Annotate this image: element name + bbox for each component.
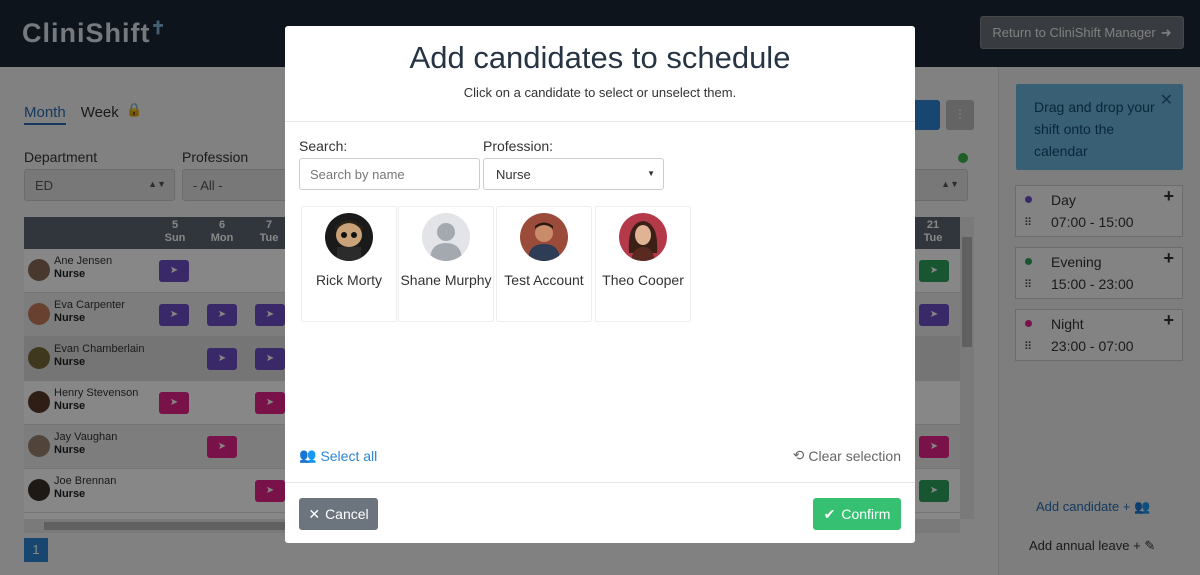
modal-footer: ✕ Cancel ✔ Confirm — [285, 482, 915, 543]
check-icon: ✔ — [823, 505, 836, 522]
modal-subtitle: Click on a candidate to select or unsele… — [463, 85, 737, 100]
users-icon: 👥 — [299, 447, 317, 463]
candidate-name: Test Account — [504, 272, 584, 288]
modal-title: Add candidates to schedule — [409, 40, 791, 75]
profession-label: Profession: — [483, 138, 554, 154]
avatar — [619, 213, 667, 261]
cancel-label: Cancel — [325, 506, 369, 522]
profession-value: Nurse — [496, 167, 531, 182]
cancel-button[interactable]: ✕ Cancel — [299, 498, 378, 530]
candidate-card[interactable]: Test Account — [496, 206, 592, 322]
search-input[interactable] — [299, 158, 480, 190]
chevron-down-icon: ▼ — [647, 169, 655, 178]
profession-select[interactable]: Nurse ▼ — [483, 158, 664, 190]
avatar — [520, 213, 568, 261]
candidate-card[interactable]: Theo Cooper — [595, 206, 691, 322]
candidate-card[interactable]: Shane Murphy — [398, 206, 494, 322]
refresh-icon: ⟲ — [792, 447, 805, 463]
candidate-name: Rick Morty — [315, 272, 383, 288]
clear-selection-label: Clear selection — [808, 447, 901, 464]
candidate-name: Shane Murphy — [400, 272, 492, 288]
confirm-label: Confirm — [841, 506, 891, 522]
confirm-button[interactable]: ✔ Confirm — [813, 498, 901, 530]
close-icon: ✕ — [308, 505, 321, 522]
add-candidates-modal: Add candidates to schedule Click on a ca… — [285, 26, 915, 543]
modal-header: Add candidates to schedule Click on a ca… — [285, 26, 915, 122]
candidate-name: Theo Cooper — [602, 272, 684, 288]
avatar — [325, 213, 373, 261]
search-label: Search: — [299, 138, 348, 154]
avatar — [422, 213, 470, 261]
candidate-card[interactable]: Rick Morty — [301, 206, 397, 322]
select-all-label: Select all — [320, 447, 378, 464]
select-all-button[interactable]: 👥 Select all — [299, 447, 377, 464]
clear-selection-button[interactable]: ⟲ Clear selection — [793, 447, 901, 464]
